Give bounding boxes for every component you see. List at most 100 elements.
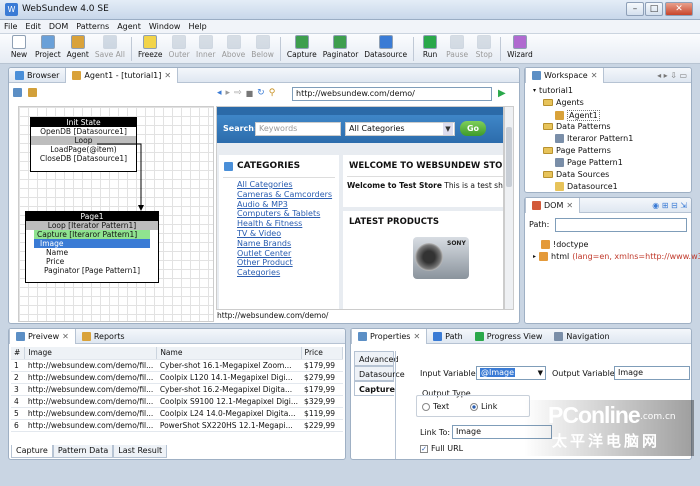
capture-button[interactable]: Capture — [287, 35, 317, 59]
tab-path[interactable]: Path — [427, 329, 469, 344]
diagram-canvas[interactable]: Init State OpenDB [Datasource1] Loop Loa… — [18, 106, 214, 322]
menu-agent[interactable]: Agent — [113, 20, 145, 34]
wizard-button[interactable]: Wizard — [507, 35, 533, 59]
bookmark-icon[interactable]: ⚲ — [269, 88, 276, 98]
tab-progress[interactable]: Progress View — [469, 329, 549, 344]
inner-button[interactable]: Inner — [196, 35, 216, 59]
category-link[interactable]: Other Product — [237, 258, 335, 268]
output-variable-input[interactable]: Image — [614, 366, 690, 380]
link-icon[interactable] — [27, 88, 37, 97]
category-link[interactable]: Cameras & Camcorders — [237, 190, 335, 200]
menu-help[interactable]: Help — [184, 20, 210, 34]
forward-disabled-icon[interactable]: ⇨ — [234, 88, 242, 98]
project-button[interactable]: Project — [35, 35, 61, 59]
forward-icon[interactable]: ▸ — [226, 88, 231, 98]
category-link[interactable]: Health & Fitness — [237, 219, 335, 229]
tab-dom[interactable]: DOM ✕ — [525, 197, 581, 213]
stop-button[interactable]: Stop — [474, 35, 494, 59]
go-arrow-icon[interactable]: ▶ — [498, 88, 506, 99]
dom-html-node[interactable]: ▸ html (lang=en, xmlns=http://www.w3... — [533, 252, 700, 261]
close-tab-icon[interactable]: ✕ — [164, 68, 171, 83]
close-window-button[interactable]: ✕ — [665, 2, 693, 16]
category-link[interactable]: Computers & Tablets — [237, 209, 335, 219]
category-link[interactable]: All Categories — [237, 180, 335, 190]
menu-dom[interactable]: DOM — [45, 20, 72, 34]
tab-pattern-data[interactable]: Pattern Data — [52, 445, 114, 458]
below-button[interactable]: Below — [251, 35, 274, 59]
tab-last-result[interactable]: Last Result — [113, 445, 168, 458]
maximize-button[interactable]: □ — [645, 2, 663, 16]
run-button[interactable]: Run — [420, 35, 440, 59]
menu-patterns[interactable]: Patterns — [72, 20, 113, 34]
menu-edit[interactable]: Edit — [21, 20, 45, 34]
web-view[interactable]: Search: Keywords All Categories ▼ Go CATE… — [216, 106, 504, 310]
tree-agent1[interactable]: Agent1 — [555, 110, 600, 121]
view-menu-icon[interactable]: ◂ ▸ ⇩ ▭ — [657, 71, 687, 80]
refresh-icon[interactable]: ↻ — [257, 88, 265, 98]
tab-browser[interactable]: Browser — [9, 68, 65, 83]
outer-button[interactable]: Outer — [168, 35, 190, 59]
close-tab-icon[interactable]: ✕ — [591, 68, 598, 83]
category-link[interactable]: Outlet Center — [237, 249, 335, 259]
tab-capture[interactable]: Capture — [11, 445, 53, 458]
table-row[interactable]: 4 http://websundew.com/demo/fil... Coolpix… — [11, 395, 343, 408]
tab-navigation[interactable]: Navigation — [548, 329, 615, 344]
column-header[interactable]: # — [11, 347, 26, 360]
tree-datasource[interactable]: Datasource1 — [555, 182, 618, 191]
side-tab-capture[interactable]: Capture — [354, 381, 395, 396]
camera-image[interactable]: SONY — [413, 237, 469, 279]
close-tab-icon[interactable]: ✕ — [566, 198, 573, 213]
column-header[interactable]: Price — [301, 347, 343, 360]
input-variable-select[interactable]: @Image ▼ — [476, 366, 546, 380]
web-scrollbar[interactable] — [504, 106, 514, 310]
radio-text[interactable]: Text — [422, 402, 449, 411]
tree-data-sources[interactable]: Data Sources — [543, 170, 609, 179]
table-row[interactable]: 6 http://websundew.com/demo/fil... PowerSh… — [11, 419, 343, 432]
close-tab-icon[interactable]: ✕ — [413, 329, 420, 344]
stop-icon[interactable]: ■ — [246, 89, 254, 98]
node-item-image[interactable]: Image — [34, 239, 150, 248]
tab-workspace[interactable]: Workspace ✕ — [525, 67, 605, 83]
tree-root[interactable]: ▾ tutorial1 — [533, 86, 573, 95]
save-all-button[interactable]: Save All — [95, 35, 125, 59]
full-url-checkbox[interactable]: ✓ Full URL — [420, 444, 463, 453]
site-search-input[interactable]: Keywords — [255, 122, 341, 136]
category-link[interactable]: Audio & MP3 — [237, 200, 335, 210]
minimize-button[interactable]: – — [626, 2, 644, 16]
table-row[interactable]: 5 http://websundew.com/demo/fil... Coolpix… — [11, 407, 343, 420]
tree-page-pattern[interactable]: Page Pattern1 — [555, 158, 623, 167]
tab-reports[interactable]: Reports — [76, 329, 131, 344]
column-header[interactable]: Name — [156, 347, 302, 360]
dom-toolbar-icons[interactable]: ◉ ⊞ ⊟ ⇲ — [652, 201, 687, 210]
table-row[interactable]: 2 http://websundew.com/demo/fil... Coolpix… — [11, 371, 343, 384]
tab-preview[interactable]: Preivew ✕ — [9, 328, 76, 344]
tree-page-patterns[interactable]: Page Patterns — [543, 146, 611, 155]
datasource-button[interactable]: Datasource — [364, 35, 407, 59]
above-button[interactable]: Above — [222, 35, 245, 59]
column-header[interactable]: Image — [24, 347, 158, 360]
side-tab-advanced[interactable]: Advanced — [354, 351, 399, 366]
site-go-button[interactable]: Go — [460, 121, 486, 136]
paginator-button[interactable]: Paginator — [323, 35, 358, 59]
tree-iterator-pattern[interactable]: Iteraror Pattern1 — [555, 134, 633, 143]
tab-agent1[interactable]: Agent1 - [tutorial1] ✕ — [65, 67, 179, 83]
pause-button[interactable]: Pause — [446, 35, 468, 59]
back-icon[interactable]: ◂ — [217, 88, 222, 98]
path-input[interactable] — [555, 218, 687, 232]
category-select[interactable]: All Categories ▼ — [345, 122, 455, 136]
dom-doctype[interactable]: !doctype — [541, 240, 588, 249]
radio-link[interactable]: Link — [470, 402, 497, 411]
url-input[interactable]: http://websundew.com/demo/ — [292, 87, 492, 101]
tree-data-patterns[interactable]: Data Patterns — [543, 122, 611, 131]
tree-agents[interactable]: Agents — [543, 98, 584, 107]
tab-properties[interactable]: Properties ✕ — [351, 329, 428, 344]
close-tab-icon[interactable]: ✕ — [62, 329, 69, 344]
freeze-button[interactable]: Freeze — [138, 35, 162, 59]
menu-window[interactable]: Window — [145, 20, 185, 34]
table-row[interactable]: 1 http://websundew.com/demo/fil... Cyber-s… — [11, 359, 343, 372]
table-row[interactable]: 3 http://websundew.com/demo/fil... Cyber-s… — [11, 383, 343, 396]
category-link[interactable]: Name Brands — [237, 239, 335, 249]
layout-icon[interactable] — [13, 88, 22, 97]
page1-node[interactable]: Page1 Loop [Iterator Pattern1] Capture [… — [25, 211, 159, 283]
agent-button[interactable]: Agent — [67, 35, 89, 59]
